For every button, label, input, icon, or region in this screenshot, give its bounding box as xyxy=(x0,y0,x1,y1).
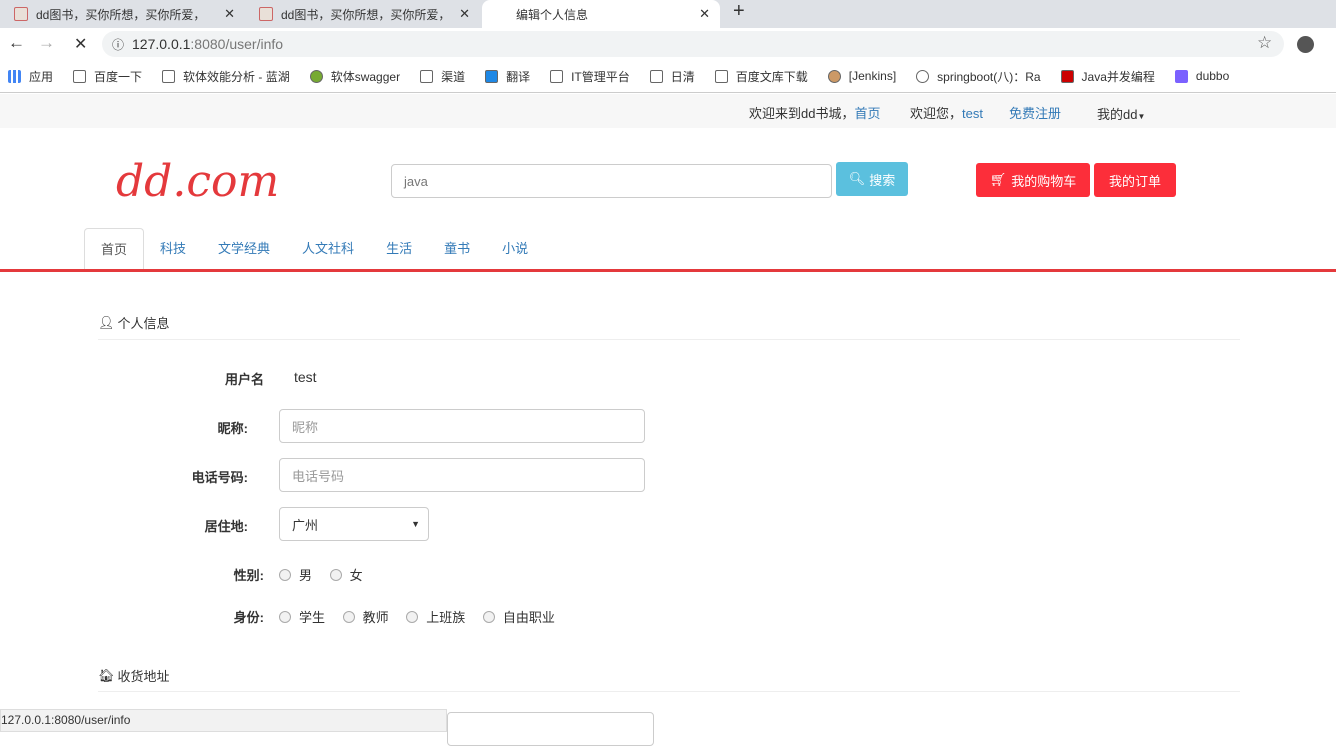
java-icon xyxy=(14,7,28,21)
apps-icon xyxy=(8,69,21,83)
nav-humanities[interactable]: 人文社科 xyxy=(286,228,370,270)
bookmark[interactable]: 日清 xyxy=(649,68,695,85)
forward-icon[interactable]: → xyxy=(38,33,55,53)
category-nav: 首页 科技 文学经典 人文社科 生活 童书 小说 xyxy=(84,228,544,270)
stop-icon[interactable]: ✕ xyxy=(74,34,87,54)
close-icon[interactable]: ✕ xyxy=(224,6,235,22)
identity-student-radio[interactable]: 学生 xyxy=(279,607,325,626)
divider xyxy=(98,339,1240,340)
nickname-label: 昵称: xyxy=(217,421,248,436)
bookmarks-bar: 应用 百度一下 软体效能分析 - 蓝湖 软体swagger 渠道 翻译 IT管理… xyxy=(0,60,1336,93)
nav-novel[interactable]: 小说 xyxy=(486,228,544,270)
user-icon: 👤︎ xyxy=(98,314,115,330)
bookmark[interactable]: 应用 xyxy=(8,68,53,85)
bookmark[interactable]: springboot(八)：Ra xyxy=(916,68,1041,85)
browser-tab[interactable]: dd图书，买你所想，买你所爱， ✕ xyxy=(0,0,245,28)
bookmark[interactable]: 软体效能分析 - 蓝湖 xyxy=(162,68,290,85)
nav-tech[interactable]: 科技 xyxy=(144,228,202,270)
divider xyxy=(98,691,1240,692)
identity-freelance-radio[interactable]: 自由职业 xyxy=(482,607,555,626)
search-icon: 🔍︎ xyxy=(848,171,866,186)
bookmark[interactable]: 百度文库下载 xyxy=(714,68,808,85)
gender-group: 男 女 xyxy=(279,565,377,584)
top-info-bar: 欢迎来到dd书城，首页 欢迎您，test 免费注册 我的dd▼ xyxy=(0,94,1336,128)
close-icon[interactable]: ✕ xyxy=(699,6,710,22)
phone-input[interactable]: 电话号码 xyxy=(279,458,645,492)
gender-label: 性别: xyxy=(233,568,264,583)
identity-group: 学生 教师 上班族 自由职业 xyxy=(279,607,569,626)
page-icon xyxy=(916,69,930,83)
page-icon xyxy=(714,69,728,83)
nav-divider xyxy=(0,269,1336,272)
my-dd-dropdown[interactable]: 我的dd▼ xyxy=(1097,104,1145,123)
jenkins-icon xyxy=(827,69,841,83)
page-icon xyxy=(73,69,87,83)
nav-children[interactable]: 童书 xyxy=(428,228,486,270)
cart-button[interactable]: 🛒︎ 我的购物车 xyxy=(976,163,1090,197)
bookmark[interactable]: 渠道 xyxy=(420,68,465,85)
nav-life[interactable]: 生活 xyxy=(370,228,428,270)
logo[interactable]: dd.com xyxy=(116,156,279,207)
bookmark[interactable]: 软体swagger xyxy=(309,68,400,85)
register-link[interactable]: 免费注册 xyxy=(1009,103,1061,122)
gender-female-radio[interactable]: 女 xyxy=(329,565,363,584)
user-link[interactable]: test xyxy=(962,106,983,121)
bookmark[interactable]: 百度一下 xyxy=(73,68,142,85)
home-link[interactable]: 首页 xyxy=(854,106,880,121)
page-icon xyxy=(649,69,663,83)
identity-teacher-radio[interactable]: 教师 xyxy=(342,607,389,626)
nickname-input[interactable]: 昵称 xyxy=(279,409,645,443)
page-icon xyxy=(1174,69,1188,83)
close-icon[interactable]: ✕ xyxy=(459,6,470,22)
section-title-profile: 👤︎ 个人信息 xyxy=(98,314,170,332)
page-icon xyxy=(162,69,176,83)
identity-office-radio[interactable]: 上班族 xyxy=(406,607,465,626)
bookmark[interactable]: dubbo xyxy=(1174,69,1229,83)
city-label: 居住地: xyxy=(204,519,248,534)
chevron-down-icon: ▼ xyxy=(411,519,420,529)
back-icon[interactable]: ← xyxy=(8,33,25,53)
url-bar[interactable]: ⓘ 127.0.0.1:8080/user/info xyxy=(102,31,1284,57)
city-select[interactable]: 广州 ▼ xyxy=(279,507,429,541)
page-icon xyxy=(550,69,564,83)
gender-male-radio[interactable]: 男 xyxy=(279,565,312,584)
username-value: test xyxy=(294,369,317,385)
bookmark[interactable]: Java并发编程 xyxy=(1060,68,1155,85)
page-icon xyxy=(420,69,434,83)
browser-tab-active[interactable]: 编辑个人信息 ✕ xyxy=(482,0,720,28)
java-icon xyxy=(259,7,273,21)
info-icon: ⓘ xyxy=(112,37,125,52)
section-title-address: 🏠︎ 收货地址 xyxy=(98,667,170,685)
profile-icon[interactable] xyxy=(1297,36,1314,53)
search-input[interactable]: java xyxy=(391,164,832,198)
search-button[interactable]: 🔍︎ 搜索 xyxy=(836,162,908,196)
bookmark[interactable]: 翻译 xyxy=(485,68,530,85)
identity-label: 身份: xyxy=(233,610,264,625)
page-icon xyxy=(309,69,323,83)
status-bar: 127.0.0.1:8080/user/info xyxy=(0,709,447,732)
nav-literature[interactable]: 文学经典 xyxy=(202,228,286,270)
star-icon[interactable]: ☆ xyxy=(1257,33,1272,53)
phone-label: 电话号码: xyxy=(191,470,248,485)
bookmark[interactable]: [Jenkins] xyxy=(827,69,896,83)
bookmark[interactable]: IT管理平台 xyxy=(550,68,630,85)
page-icon xyxy=(1060,69,1074,83)
username-label: 用户名 xyxy=(224,372,264,387)
nav-home[interactable]: 首页 xyxy=(84,228,145,270)
browser-tab[interactable]: dd图书，买你所想，买你所爱， ✕ xyxy=(245,0,480,28)
new-tab-button[interactable]: + xyxy=(733,0,745,23)
page-icon xyxy=(485,69,499,83)
cart-icon: 🛒︎ xyxy=(989,172,1007,187)
address-input[interactable] xyxy=(447,712,654,746)
orders-button[interactable]: 我的订单 xyxy=(1094,163,1176,197)
home-icon: 🏠︎ xyxy=(98,667,115,683)
